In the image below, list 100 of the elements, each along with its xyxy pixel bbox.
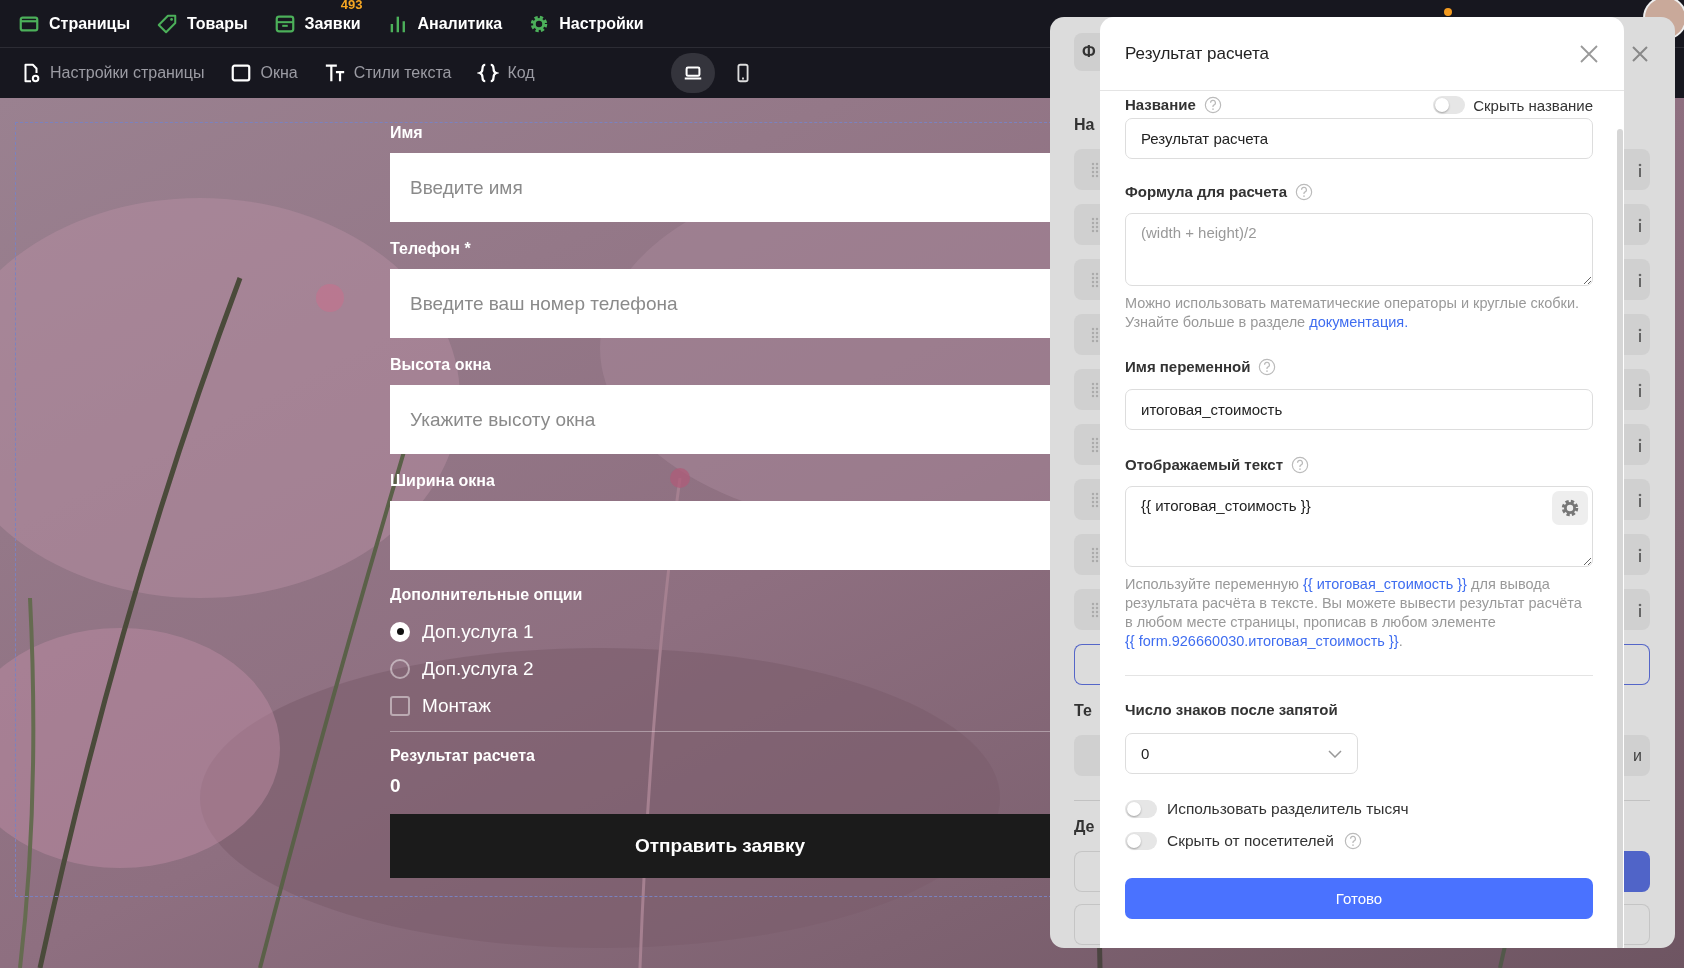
toolbar-item[interactable]: Код <box>477 62 535 84</box>
option-label: Монтаж <box>422 694 491 717</box>
input-field[interactable] <box>390 501 1050 570</box>
field-row-edge[interactable] <box>1624 424 1650 465</box>
option-label: Доп.услуга 1 <box>422 620 534 643</box>
help-icon[interactable] <box>1203 96 1222 114</box>
field-label: Отображаемый текст <box>1125 455 1284 475</box>
input-field[interactable]: Введите ваш номер телефона <box>390 269 1050 338</box>
toggle-switch[interactable] <box>1125 800 1157 818</box>
field-label: Название <box>1125 95 1196 115</box>
field-row-edge[interactable] <box>1074 424 1100 465</box>
help-icon[interactable] <box>1295 183 1313 201</box>
field-row-edge[interactable] <box>1624 149 1650 190</box>
section-heading: Те <box>1074 701 1092 721</box>
field-row-edge[interactable] <box>1624 479 1650 520</box>
settings-button[interactable] <box>1552 491 1588 525</box>
drag-handle-icon <box>1091 271 1099 288</box>
drag-handle-icon <box>1091 436 1099 453</box>
decimals-select[interactable]: 0 <box>1125 733 1358 774</box>
formula-field[interactable]: (width + height)/2 <box>1125 213 1593 286</box>
display-text-field[interactable]: {{ итоговая_стоимость }} <box>1125 486 1593 567</box>
field-row-edge[interactable] <box>1624 314 1650 355</box>
toolbar-item[interactable]: Настройки страницы <box>20 62 205 84</box>
toolbar-item[interactable]: Окна <box>230 62 298 84</box>
field-label: Число знаков после запятой <box>1125 700 1338 720</box>
field-row-edge[interactable] <box>1074 534 1100 575</box>
square-icon <box>230 62 253 84</box>
nav-item[interactable]: Аналитика <box>386 12 503 35</box>
info-icon <box>1638 382 1642 397</box>
field-row-edge[interactable] <box>1624 259 1650 300</box>
field-row-edge[interactable] <box>1074 204 1100 245</box>
select-edge[interactable]: и <box>1624 735 1650 776</box>
documentation-link[interactable]: документация. <box>1309 314 1409 330</box>
braces-icon <box>477 62 500 84</box>
field-label: Формула для расчета <box>1125 182 1287 202</box>
dialog-title: Результат расчета <box>1125 43 1270 64</box>
info-icon <box>1638 437 1642 452</box>
field-row-edge[interactable] <box>1074 479 1100 520</box>
section-heading: Де <box>1074 817 1095 837</box>
info-icon <box>1638 492 1642 507</box>
input-field[interactable]: Результат расчета <box>1125 118 1593 159</box>
field-label: Имя переменной <box>1125 357 1251 377</box>
input-field[interactable]: итоговая_стоимость <box>1125 389 1593 430</box>
close-icon[interactable] <box>1630 44 1650 64</box>
field-row-edge[interactable] <box>1624 534 1650 575</box>
done-button[interactable]: Готово <box>1125 878 1593 919</box>
drag-handle-icon <box>1091 216 1099 233</box>
notification-dot <box>1444 8 1452 16</box>
nav-item[interactable]: Настройки <box>528 12 644 35</box>
help-icon[interactable] <box>1258 358 1277 376</box>
field-row-edge[interactable] <box>1624 589 1650 630</box>
toolbar-item[interactable]: Стили текста <box>323 62 452 84</box>
field-row-edge[interactable] <box>1624 204 1650 245</box>
result-label: Результат расчета <box>390 746 535 766</box>
info-icon <box>1638 162 1642 177</box>
hint-text: Можно использовать математические операторы и круглые скобки. Узнайте больше в разделе документация. <box>1125 294 1581 332</box>
option-label: Доп.услуга 2 <box>422 657 534 680</box>
toggle-label: Скрыть название <box>1473 96 1593 114</box>
drag-handle-icon <box>1091 491 1099 508</box>
toggle-switch[interactable] <box>1125 832 1157 850</box>
field-row-edge[interactable] <box>1074 149 1100 190</box>
info-icon <box>1638 272 1642 287</box>
help-icon[interactable] <box>1291 456 1310 474</box>
nav-item[interactable]: Заявки <box>273 12 361 35</box>
count-label: 493 <box>340 0 363 12</box>
info-icon <box>1638 217 1642 232</box>
checkbox[interactable] <box>390 695 410 716</box>
desktop-view-button[interactable] <box>670 53 715 93</box>
field-row-edge[interactable] <box>1074 314 1100 355</box>
options-title: Дополнительные опции <box>390 585 583 605</box>
action-button-edge[interactable] <box>1624 851 1650 892</box>
input-field[interactable]: Укажите высоту окна <box>390 385 1050 454</box>
field-row-edge[interactable] <box>1074 259 1100 300</box>
toggle-label: Использовать разделитель тысяч <box>1167 800 1409 818</box>
info-icon <box>1638 327 1642 342</box>
nav-item[interactable]: Товары <box>156 12 248 35</box>
info-icon <box>1638 547 1642 562</box>
radio-button[interactable] <box>390 658 410 679</box>
select-edge[interactable] <box>1074 735 1100 776</box>
input-field[interactable]: Введите имя <box>390 153 1050 222</box>
field-label: Телефон * <box>390 239 471 259</box>
tag-icon <box>156 12 179 35</box>
scrollbar[interactable] <box>1617 129 1623 948</box>
field-row-edge[interactable] <box>1624 369 1650 410</box>
text-style-icon <box>323 62 346 84</box>
variable-link[interactable]: {{ итоговая_стоимость }} <box>1302 576 1467 592</box>
help-icon[interactable] <box>1343 832 1362 850</box>
submit-button[interactable]: Отправить заявку <box>390 814 1050 878</box>
drag-handle-icon <box>1091 601 1099 618</box>
field-label: Высота окна <box>390 355 491 375</box>
hint-text: Используйте переменную {{ итоговая_стоимость }} для вывода результата расчёта в тексте. Вы можете вывести результат расчёта в любом месте страницы, прописав в любом элементе {{ form.926660030.итоговая_стоимость }}. <box>1125 575 1583 651</box>
variable-link[interactable]: {{ form.926660030.итоговая_стоимость }} <box>1125 633 1399 649</box>
nav-item[interactable]: Страницы <box>18 12 131 35</box>
info-icon <box>1638 602 1642 617</box>
drag-handle-icon <box>1091 161 1099 178</box>
field-row-edge[interactable] <box>1074 369 1100 410</box>
result-value: 0 <box>390 774 401 798</box>
toggle-switch[interactable] <box>1433 96 1466 114</box>
close-icon[interactable] <box>1579 43 1599 64</box>
field-row-edge[interactable] <box>1074 589 1100 630</box>
